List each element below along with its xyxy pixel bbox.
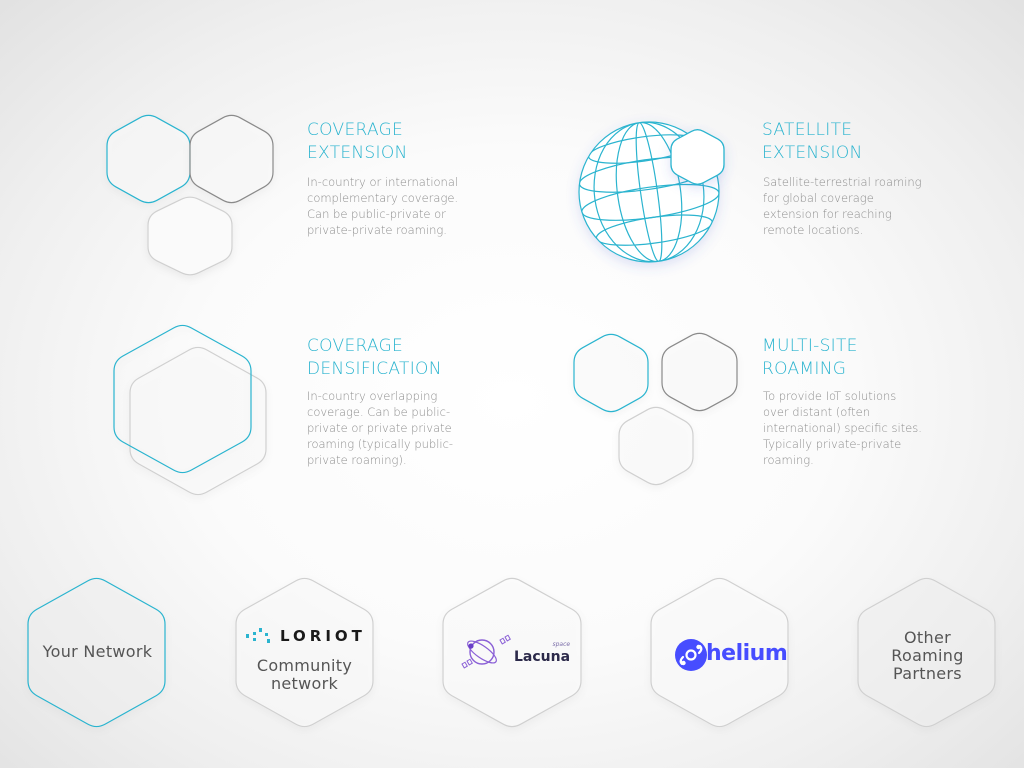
- loriot-caption: Community network: [236, 657, 373, 693]
- your-network-partner: Your Network: [28, 643, 167, 661]
- desc-line: In-country or international: [307, 175, 459, 189]
- multi-site-hex-1: [573, 333, 649, 413]
- your-network-label: Your Network: [42, 642, 153, 661]
- desc-line: private or private private: [307, 421, 452, 435]
- title-line: ROAMING: [762, 359, 847, 379]
- multi-site-hex-3: [618, 406, 694, 486]
- lacuna-moon: [468, 643, 474, 649]
- desc-line: Typically private-private: [763, 437, 902, 451]
- coverage-extension-hex-2: [189, 114, 274, 204]
- helium-logo-icon: [675, 639, 707, 671]
- helium-dot: [681, 660, 686, 666]
- loriot-logo-text: LORIOT: [280, 627, 366, 645]
- satellite-hex-icon: [670, 129, 725, 185]
- title-line: EXTENSION: [307, 143, 408, 163]
- title-line: DENSIFICATION: [307, 359, 442, 379]
- title-line: EXTENSION: [762, 143, 863, 163]
- desc-line: Satellite-terrestrial roaming: [763, 175, 922, 189]
- coverage-densification-description: In-country overlapping coverage. Can be …: [307, 388, 487, 468]
- coverage-extension-hex-3: [147, 196, 233, 276]
- label-line: Partners: [893, 664, 962, 683]
- partner-hex-loriot: [235, 577, 374, 728]
- satellite-extension-description: Satellite-terrestrial roaming for global…: [763, 174, 943, 238]
- coverage-extension-description: In-country or international complementar…: [307, 174, 487, 238]
- desc-line: private-private roaming.: [307, 223, 447, 237]
- lacuna-logo: Lacuna space: [514, 641, 571, 665]
- coverage-extension-title: COVERAGE EXTENSION: [307, 119, 408, 165]
- loriot-logo: LORIOT: [244, 627, 366, 645]
- desc-line: international) specific sites.: [763, 421, 922, 435]
- helium-logo-text: helium: [706, 641, 788, 666]
- desc-line: complementary coverage.: [307, 191, 459, 205]
- desc-line: roaming.: [763, 453, 814, 467]
- title-line: SATELLITE: [762, 120, 853, 140]
- lacuna-sub: space: [552, 641, 571, 648]
- lacuna-logo-text: Lacuna space: [514, 641, 571, 665]
- desc-line: roaming (typically public-: [307, 437, 454, 451]
- title-line: MULTI-SITE: [762, 336, 858, 356]
- helium-logo: helium: [706, 641, 788, 666]
- satellite-extension-title: SATELLITE EXTENSION: [762, 119, 863, 165]
- densification-hex-back: [129, 346, 267, 496]
- title-line: COVERAGE: [307, 336, 404, 356]
- desc-line: coverage. Can be public-: [307, 405, 451, 419]
- desc-line: private roaming).: [307, 453, 407, 467]
- helium-circle: [675, 639, 707, 671]
- caption-line: Community: [256, 656, 353, 675]
- desc-line: for global coverage: [763, 191, 874, 205]
- multi-site-roaming-title: MULTI-SITE ROAMING: [762, 335, 858, 381]
- helium-dot: [696, 644, 701, 650]
- desc-line: over distant (often: [763, 405, 871, 419]
- other-roaming-partners: Other Roaming Partners: [858, 629, 997, 683]
- coverage-densification-title: COVERAGE DENSIFICATION: [307, 335, 442, 381]
- desc-line: extension for reaching: [763, 207, 892, 221]
- lacuna-name: Lacuna: [514, 649, 571, 665]
- multi-site-hex-2: [661, 332, 738, 412]
- desc-line: In-country overlapping: [307, 389, 438, 403]
- desc-line: To provide IoT solutions: [763, 389, 897, 403]
- label-line: Other: [904, 628, 951, 647]
- desc-line: remote locations.: [763, 223, 864, 237]
- title-line: COVERAGE: [307, 120, 404, 140]
- multi-site-roaming-description: To provide IoT solutions over distant (o…: [763, 388, 943, 468]
- caption-line: network: [270, 674, 339, 693]
- label-line: Roaming: [891, 646, 964, 665]
- desc-line: Can be public-private or: [307, 207, 446, 221]
- coverage-extension-hex-1: [106, 114, 191, 204]
